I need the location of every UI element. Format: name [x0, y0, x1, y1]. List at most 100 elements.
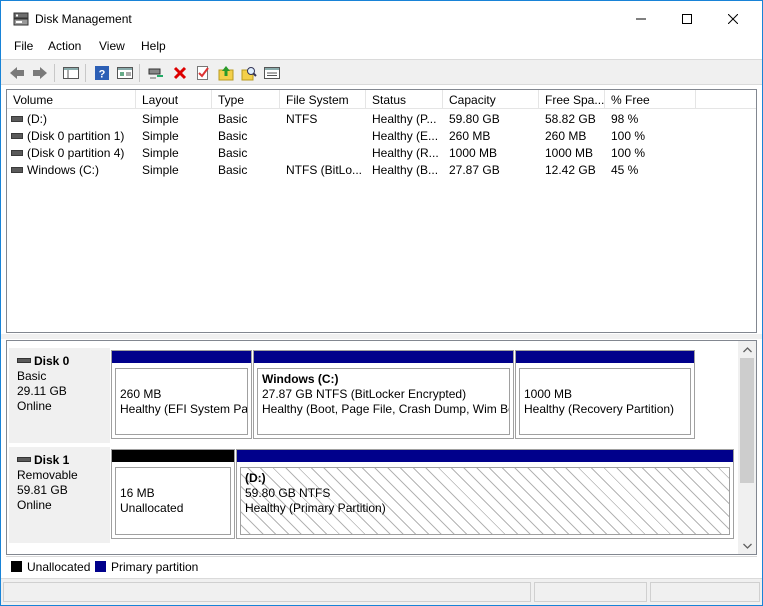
partition-windows-c-body: Windows (C:) 27.87 GB NTFS (BitLocker En… — [257, 368, 510, 435]
column-header-file-system[interactable]: File System — [280, 90, 366, 109]
volume-icon — [11, 149, 23, 156]
column-header-volume[interactable]: Volume — [7, 90, 136, 109]
pane-splitter[interactable] — [1, 334, 762, 339]
connect-virtual-disk-button[interactable] — [147, 64, 165, 82]
check-button[interactable] — [194, 64, 212, 82]
disk-1-title: Disk 1 — [17, 453, 110, 468]
disk-0-title: Disk 0 — [17, 354, 110, 369]
svg-text:?: ? — [99, 69, 106, 81]
partition-status: Healthy (Primary Partition) — [245, 501, 386, 515]
minimize-button[interactable] — [618, 1, 664, 37]
partition-efi[interactable]: 260 MB Healthy (EFI System Part — [111, 350, 252, 439]
column-header-type[interactable]: Type — [212, 90, 280, 109]
volume-list[interactable]: Volume Layout Type File System Status Ca… — [6, 89, 757, 333]
maximize-icon — [682, 14, 692, 24]
delete-button[interactable] — [171, 64, 189, 82]
disk-icon — [17, 456, 31, 462]
cell-file-system — [280, 144, 366, 161]
search-icon — [241, 67, 257, 81]
cell-volume: Windows (C:) — [7, 161, 136, 178]
status-bar — [1, 578, 762, 605]
partition-size: 16 MB — [120, 486, 155, 500]
table-row[interactable]: (Disk 0 partition 4) Simple Basic Health… — [7, 144, 756, 161]
show-hide-console-tree-icon — [63, 67, 79, 79]
cell-volume: (Disk 0 partition 1) — [7, 127, 136, 144]
connect-virtual-disk-icon — [148, 68, 163, 79]
close-button[interactable] — [710, 1, 756, 37]
partition-windows-c[interactable]: Windows (C:) 27.87 GB NTFS (BitLocker En… — [253, 350, 514, 439]
partition-size: 1000 MB — [524, 387, 573, 401]
menu-help[interactable]: Help — [141, 39, 166, 53]
back-button[interactable] — [8, 64, 26, 82]
menu-file[interactable]: File — [14, 39, 33, 53]
legend-swatch-primary — [95, 561, 106, 572]
settings-list-button[interactable] — [263, 64, 281, 82]
table-row[interactable]: (D:) Simple Basic NTFS Healthy (P... 59.… — [7, 110, 756, 127]
partition-unallocated-body: 16 MB Unallocated — [115, 467, 231, 535]
back-arrow-icon — [10, 67, 24, 79]
maximize-button[interactable] — [664, 1, 710, 37]
partition-status: Unallocated — [120, 501, 184, 515]
help-button[interactable]: ? — [93, 64, 111, 82]
disk-0-label[interactable]: Disk 0 Basic 29.11 GB Online — [9, 348, 110, 443]
disk-1-name: Disk 1 — [34, 453, 70, 467]
status-pane-2 — [534, 582, 647, 602]
partition-recovery[interactable]: 1000 MB Healthy (Recovery Partition) — [515, 350, 695, 439]
search-button[interactable] — [240, 64, 258, 82]
partition-unallocated[interactable]: 16 MB Unallocated — [111, 449, 235, 539]
column-header-layout[interactable]: Layout — [136, 90, 212, 109]
toolbar-separator — [139, 64, 140, 82]
toolbar: ? — [1, 59, 762, 85]
folder-up-button[interactable] — [217, 64, 235, 82]
scroll-thumb[interactable] — [740, 358, 754, 483]
menu-action[interactable]: Action — [48, 39, 81, 53]
disk-1-kind: Removable — [17, 468, 78, 482]
disk-icon — [17, 357, 31, 363]
cell-status: Healthy (B... — [372, 163, 439, 177]
cell-layout: Simple — [142, 112, 179, 126]
cell-percent-free: 100 % — [611, 129, 646, 143]
column-header-status[interactable]: Status — [366, 90, 443, 109]
forward-button[interactable] — [31, 64, 49, 82]
partition-d[interactable]: (D:) 59.80 GB NTFS Healthy (Primary Part… — [236, 449, 734, 539]
column-header-capacity[interactable]: Capacity — [443, 90, 539, 109]
partition-size: 59.80 GB NTFS — [245, 486, 331, 500]
cell-capacity: 27.87 GB — [449, 163, 500, 177]
vertical-scrollbar[interactable] — [738, 341, 756, 554]
check-icon — [197, 66, 209, 80]
disk-1-label[interactable]: Disk 1 Removable 59.81 GB Online — [9, 447, 110, 543]
toolbar-separator — [85, 64, 86, 82]
column-header-percent-free[interactable]: % Free — [605, 90, 696, 109]
properties-button[interactable] — [116, 64, 134, 82]
toolbar-separator — [54, 64, 55, 82]
partition-size: 27.87 GB NTFS (BitLocker Encrypted) — [262, 387, 467, 401]
cell-file-system: NTFS (BitLo... — [286, 163, 363, 177]
scroll-up-button[interactable] — [738, 341, 756, 358]
partition-bar-primary — [254, 351, 513, 364]
settings-list-icon — [264, 67, 280, 79]
table-row[interactable]: (Disk 0 partition 1) Simple Basic Health… — [7, 127, 756, 144]
cell-free-space: 12.42 GB — [545, 163, 596, 177]
disk-1-state: Online — [17, 498, 52, 512]
table-row[interactable]: Windows (C:) Simple Basic NTFS (BitLo...… — [7, 161, 756, 178]
legend-label-unallocated: Unallocated — [27, 560, 91, 574]
partition-status: Healthy (Recovery Partition) — [524, 402, 675, 416]
volume-icon — [11, 115, 23, 122]
disk-1-size: 59.81 GB — [17, 483, 68, 497]
cell-volume: (Disk 0 partition 4) — [7, 144, 136, 161]
menu-view[interactable]: View — [99, 39, 125, 53]
scroll-down-button[interactable] — [738, 537, 756, 554]
chevron-up-icon — [742, 346, 752, 352]
volume-icon — [11, 166, 23, 173]
partition-title: (D:) — [245, 471, 266, 485]
show-hide-console-tree-button[interactable] — [62, 64, 80, 82]
column-header-free-space[interactable]: Free Spa... — [539, 90, 605, 109]
cell-type: Basic — [218, 129, 248, 143]
legend-swatch-unallocated — [11, 561, 22, 572]
menu-bar: File Action View Help — [1, 37, 762, 57]
cell-layout: Simple — [142, 129, 179, 143]
cell-capacity: 1000 MB — [449, 146, 498, 160]
partition-bar-primary — [112, 351, 251, 364]
partition-bar-primary — [237, 450, 733, 463]
partition-title: Windows (C:) — [262, 372, 339, 386]
